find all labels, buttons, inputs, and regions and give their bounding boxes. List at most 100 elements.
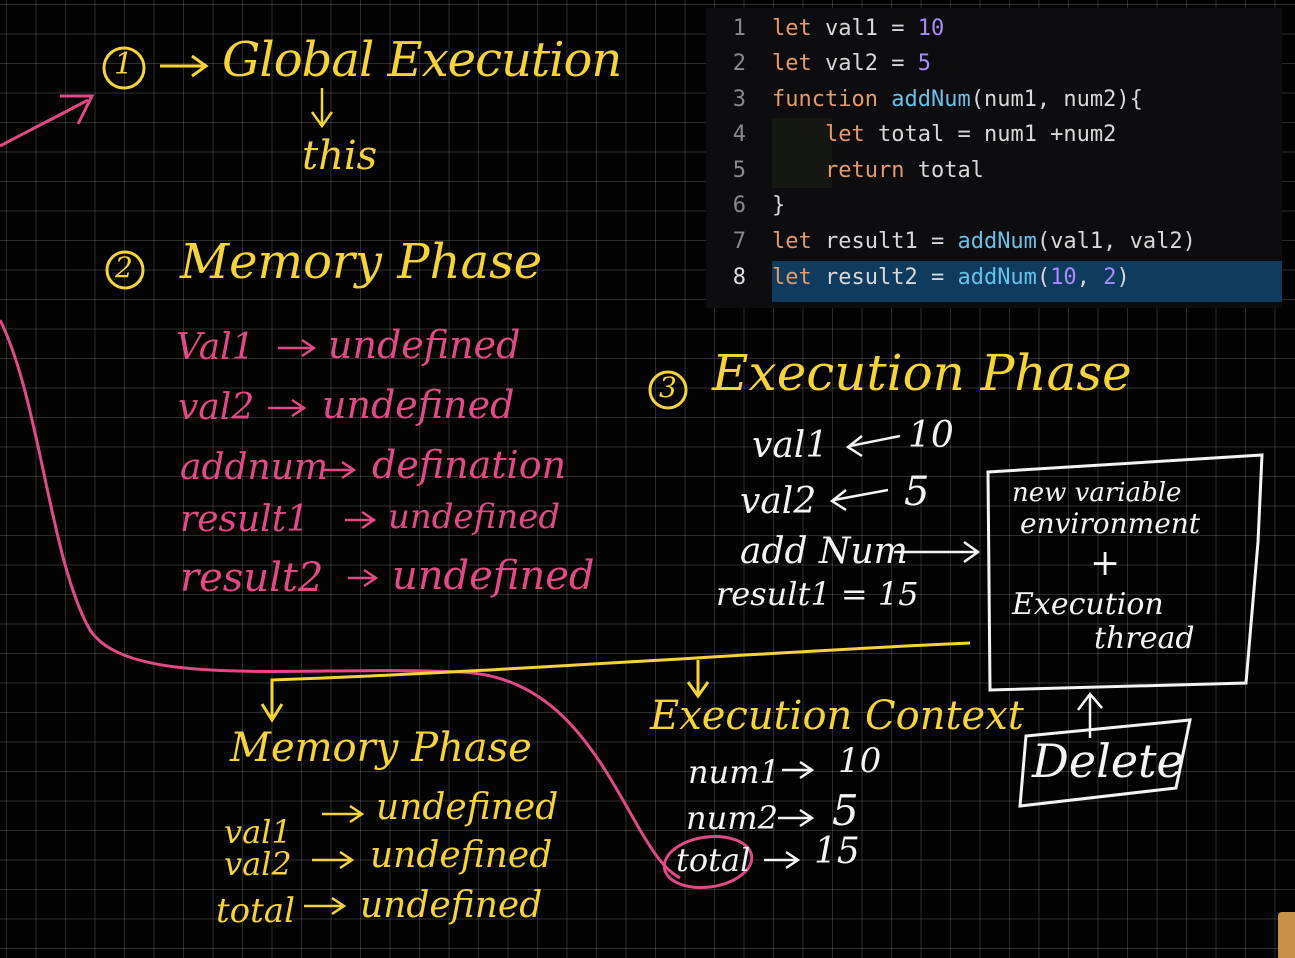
mem-arrow-5 <box>348 568 379 588</box>
step2-marker: 2 <box>115 251 133 284</box>
ctx-arrow-2 <box>778 808 815 828</box>
ctx-total-value: 15 <box>814 831 860 872</box>
code-token: num1 +num2 <box>983 122 1117 147</box>
mem-val1-value: undefined <box>328 323 521 367</box>
sub-arrow-3 <box>304 896 347 916</box>
code-token: = <box>930 265 958 290</box>
ctx-num1: num1 <box>688 753 780 791</box>
ctx-arrow-1 <box>782 760 815 780</box>
code-token: let <box>772 265 825 290</box>
code-line: 8 let result2 = addNum(10, 2) <box>706 260 1282 295</box>
code-token: total <box>877 122 958 147</box>
mem-result2-value: undefined <box>392 553 595 599</box>
code-token: ) <box>1116 265 1130 290</box>
global-execution-label: Global Execution <box>222 32 622 88</box>
sub-val2-value: undefined <box>370 835 553 876</box>
exec-arrow-val2 <box>829 488 889 512</box>
code-token: let <box>772 16 825 41</box>
sub-val1-value: undefined <box>376 787 559 828</box>
box-execution: Execution <box>1012 587 1164 622</box>
code-token: val1 <box>824 16 892 41</box>
mem-addnum-value: defination <box>372 443 567 487</box>
yellow-down-to-context <box>686 660 710 699</box>
code-text: let result1 = addNum(val1, val2) <box>772 224 1196 259</box>
code-text: let result2 = addNum(10, 2) <box>772 260 1130 295</box>
code-line: 3 function addNum(num1, num2){ <box>706 82 1282 117</box>
code-token: 10 <box>1050 265 1077 290</box>
code-text: return total <box>772 153 984 188</box>
code-token: = <box>891 16 918 41</box>
mem-arrow-1 <box>278 338 317 358</box>
delete-label: Delete <box>1032 734 1184 788</box>
exec-addnum: add Num <box>740 531 908 572</box>
line-number: 6 <box>732 193 746 218</box>
ctx-arrow-3 <box>764 850 801 870</box>
exec-val2: val2 <box>740 481 817 522</box>
this-label: this <box>302 133 378 179</box>
code-token: ( <box>1036 265 1051 290</box>
code-line: 7 let result1 = addNum(val1, val2) <box>706 224 1282 259</box>
sub-arrow-2 <box>312 850 355 870</box>
mem-val2-value: undefined <box>322 383 515 427</box>
code-token: let <box>772 229 825 254</box>
code-token: (val1, val2) <box>1036 229 1196 254</box>
ctx-num2: num2 <box>686 799 778 837</box>
memory-phase-title: Memory Phase <box>180 234 543 290</box>
ctx-total: total <box>676 841 751 879</box>
code-token: result2 <box>824 265 931 290</box>
exec-result1: result1 = 15 <box>716 575 919 613</box>
box-plus: + <box>1090 543 1121 584</box>
box-thread: thread <box>1094 621 1195 656</box>
mem-result1: result1 <box>180 499 310 540</box>
code-token: result1 <box>824 229 931 254</box>
code-token: addNum <box>957 265 1037 290</box>
step1-marker: 1 <box>114 47 134 82</box>
sub-val1: val1 <box>224 813 292 851</box>
code-token: = <box>957 122 984 147</box>
code-token: = <box>891 51 918 76</box>
whiteboard-canvas: 1 let val1 = 10 2 let val2 = 5 3 function add… <box>0 0 1295 958</box>
ctx-num2-value: 5 <box>832 786 859 835</box>
mem-arrow-2 <box>268 398 307 418</box>
line-number: 7 <box>732 229 746 254</box>
code-line: 5 return total <box>706 153 1282 188</box>
mem-arrow-4 <box>345 510 377 530</box>
code-token: 5 <box>917 51 931 76</box>
code-text: function addNum(num1, num2){ <box>772 82 1143 117</box>
code-token: , <box>1076 265 1104 290</box>
ctx-num1-value: 10 <box>838 741 882 781</box>
exec-val1-value: 10 <box>908 415 954 456</box>
code-token: (num1, num2){ <box>970 87 1143 112</box>
sub-total: total <box>216 891 295 931</box>
code-text: let total = num1 +num2 <box>772 117 1116 152</box>
sub-val2: val2 <box>224 845 292 883</box>
code-text: let val2 = 5 <box>772 46 931 81</box>
code-token: let <box>824 122 878 147</box>
mem-val2: val2 <box>178 387 255 428</box>
code-editor-panel: 1 let val1 = 10 2 let val2 = 5 3 function add… <box>706 8 1282 308</box>
code-text: let val1 = 10 <box>772 11 944 46</box>
line-number: 4 <box>732 122 746 147</box>
code-token: = <box>930 229 958 254</box>
line-number: 1 <box>732 16 746 41</box>
code-token: function <box>772 87 892 112</box>
box-new-variable: new variable <box>1012 478 1182 508</box>
step1-arrow <box>160 54 209 78</box>
step3-marker: 3 <box>659 371 677 404</box>
code-line: 4 let total = num1 +num2 <box>706 117 1282 152</box>
code-token: 2 <box>1103 265 1117 290</box>
code-token: 10 <box>917 16 945 41</box>
line-number: 2 <box>732 51 746 76</box>
box-environment: environment <box>1020 507 1201 540</box>
code-line: 6} <box>706 188 1282 223</box>
code-token: addNum <box>957 229 1037 254</box>
code-token: let <box>772 51 825 76</box>
execution-context-title: Execution Context <box>650 693 1024 739</box>
mem-addnum: addnum <box>180 447 329 488</box>
global-down-arrow <box>310 88 334 129</box>
code-token: val2 <box>824 51 892 76</box>
execution-phase-title: Execution Phase <box>712 344 1132 402</box>
line-number: 5 <box>732 158 746 183</box>
code-token: total <box>917 158 984 183</box>
